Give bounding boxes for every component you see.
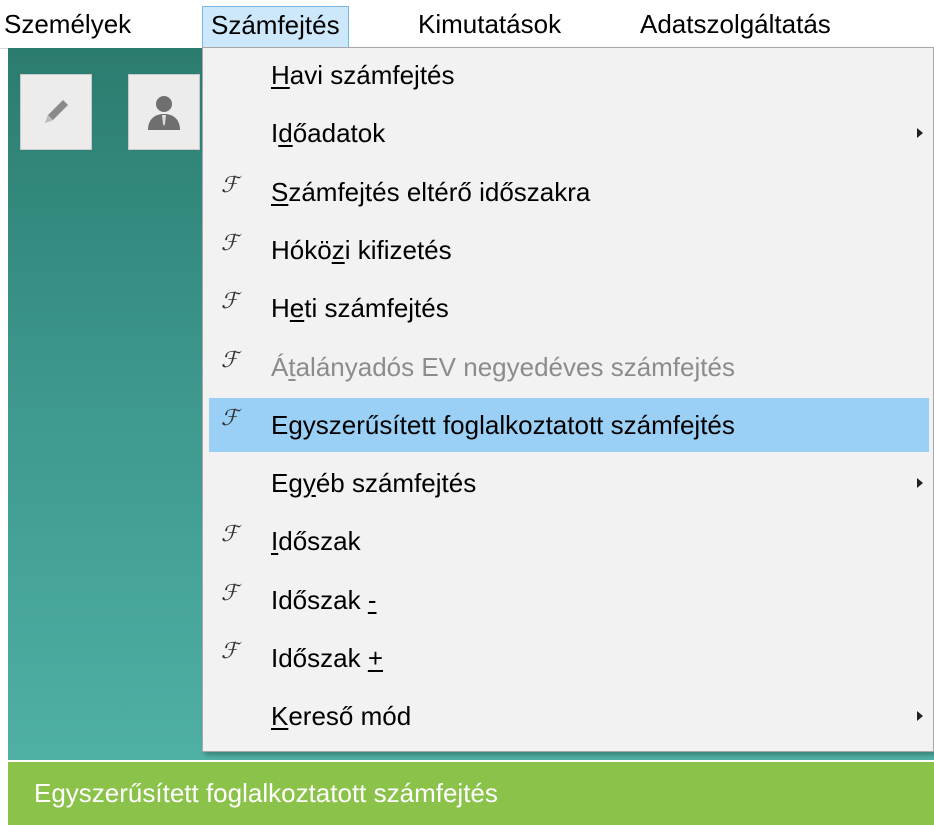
menu-item-label: Hóközi kifizetés <box>271 234 452 265</box>
status-text: Egyszerűsített foglalkoztatott számfejté… <box>34 778 498 808</box>
menubar: Személyek Számfejtés Kimutatások Adatszo… <box>0 0 934 49</box>
menu-item[interactable]: ℱ Számfejtés eltérő időszakra <box>209 165 929 219</box>
menu-item-label: Átalányadós EV negyedéves számfejtés <box>271 351 735 382</box>
submenu-arrow-icon <box>917 478 923 489</box>
menu-item: ℱ Átalányadós EV negyedéves számfejtés <box>209 340 929 394</box>
function-icon: ℱ <box>221 230 239 256</box>
menu-szemelyek[interactable]: Személyek <box>4 6 131 42</box>
function-icon: ℱ <box>221 522 239 548</box>
function-icon: ℱ <box>221 405 239 431</box>
menu-szamfejtes[interactable]: Számfejtés <box>202 6 349 48</box>
menu-item[interactable]: ℱ Időszak + <box>209 631 929 685</box>
menu-item[interactable]: Kereső mód <box>209 689 929 743</box>
function-icon: ℱ <box>221 580 239 606</box>
function-icon: ℱ <box>221 289 239 315</box>
status-bar: Egyszerűsített foglalkoztatott számfejté… <box>8 762 934 825</box>
menu-item[interactable]: ℱ Hóközi kifizetés <box>209 223 929 277</box>
menu-item[interactable]: ℱ Egyszerűsített foglalkoztatott számfejt… <box>209 397 929 452</box>
menu-item[interactable]: Időadatok <box>209 106 929 160</box>
menu-item-label: Havi számfejtés <box>271 60 455 90</box>
menu-item[interactable]: ℱ Időszak - <box>209 573 929 627</box>
menu-item-label: Időszak - <box>271 584 377 615</box>
menu-item-label: Számfejtés eltérő időszakra <box>271 176 591 207</box>
menu-adatszolgaltatas[interactable]: Adatszolgáltatás <box>640 6 831 42</box>
szamfejtes-dropdown-menu: Havi számfejtés Időadatok ℱ Számfejtés elté… <box>202 47 934 752</box>
function-icon: ℱ <box>221 639 239 664</box>
edit-tile-button[interactable] <box>20 74 92 150</box>
menu-item[interactable]: Egyéb számfejtés <box>209 456 929 510</box>
person-icon <box>148 96 180 130</box>
menu-item[interactable]: ℱ Időszak <box>209 514 929 568</box>
function-icon: ℱ <box>221 172 239 198</box>
menu-item[interactable]: Havi számfejtés <box>209 48 929 102</box>
menu-item-label: Időszak <box>271 526 361 557</box>
pencil-icon <box>45 100 68 123</box>
menu-item-label: Időszak + <box>271 643 384 673</box>
menu-item-label: Időadatok <box>271 118 386 149</box>
submenu-arrow-icon <box>917 711 923 722</box>
function-icon: ℱ <box>221 347 239 373</box>
person-tile-button[interactable] <box>128 74 200 150</box>
menu-kimutatasok[interactable]: Kimutatások <box>418 6 561 42</box>
menu-item-label: Egyszerűsített foglalkoztatott számfejté… <box>271 409 735 440</box>
submenu-arrow-icon <box>917 128 923 139</box>
menu-item-label: Heti számfejtés <box>271 293 449 324</box>
menu-item-label: Kereső mód <box>271 701 412 732</box>
menu-item[interactable]: ℱ Heti számfejtés <box>209 281 929 335</box>
menu-item-label: Egyéb számfejtés <box>271 468 477 499</box>
